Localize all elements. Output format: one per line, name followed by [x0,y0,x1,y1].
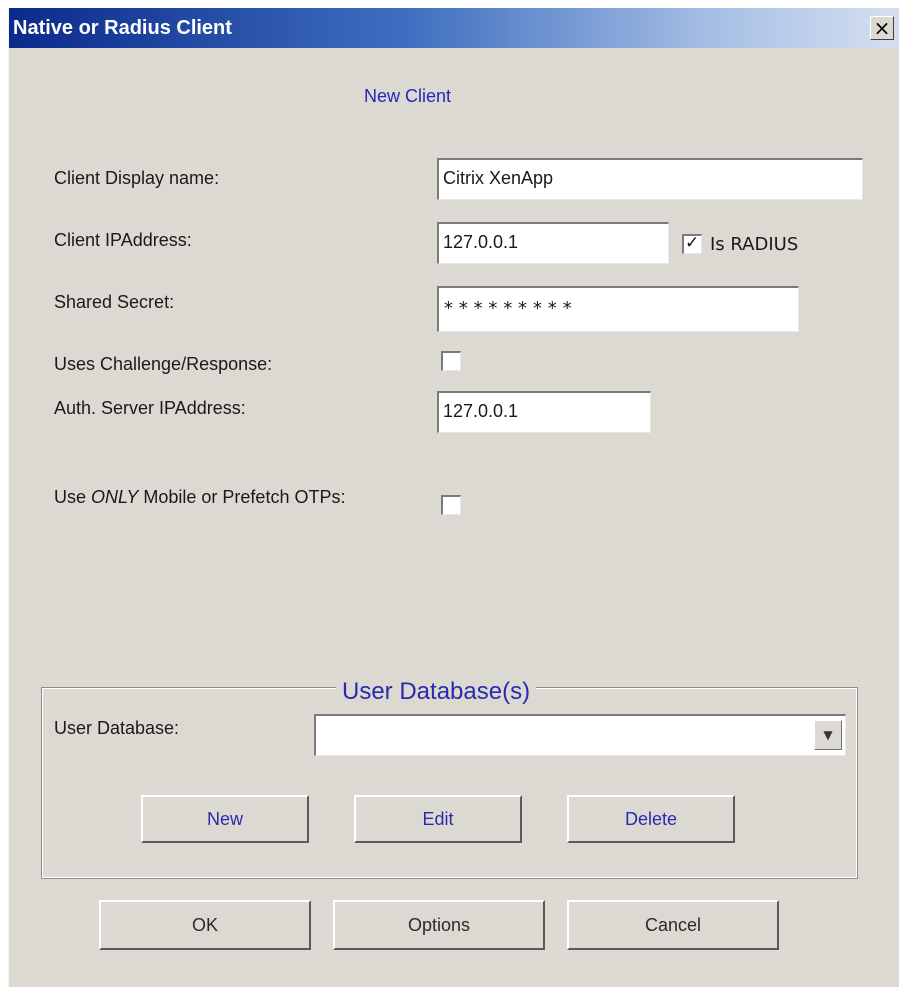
ip-address-input[interactable]: 127.0.0.1 [437,222,669,264]
challenge-response-label: Uses Challenge/Response: [54,354,273,374]
cancel-button[interactable]: Cancel [567,900,779,950]
delete-database-button[interactable]: Delete [567,795,735,843]
auth-server-ip-label: Auth. Server IPAddress: [54,398,246,418]
display-name-input[interactable]: Citrix XenApp [437,158,863,200]
shared-secret-label: Shared Secret: [54,292,175,312]
user-database-label: User Database: [54,718,180,738]
ip-address-label: Client IPAddress: [54,230,192,250]
challenge-response-checkbox[interactable] [441,351,461,371]
chevron-down-icon: ▼ [823,728,833,742]
options-button[interactable]: Options [333,900,545,950]
only-mobile-prefix: Use [54,487,92,507]
only-mobile-checkbox[interactable] [441,495,461,515]
user-database-group-title: User Database(s) [336,678,537,706]
title-bar[interactable]: Native or Radius Client × [9,8,899,48]
edit-database-button[interactable]: Edit [354,795,522,843]
display-name-label: Client Display name: [54,168,220,188]
new-database-button[interactable]: New [141,795,309,843]
only-mobile-suffix: Mobile or Prefetch OTPs: [138,487,346,507]
ok-button[interactable]: OK [99,900,311,950]
close-icon: × [873,16,891,40]
window-title: Native or Radius Client [13,17,232,39]
form-heading: New Client [364,86,452,106]
dropdown-arrow-button[interactable]: ▼ [814,720,842,750]
user-database-select[interactable]: ▼ [314,714,846,756]
auth-server-ip-input[interactable]: 127.0.0.1 [437,391,651,433]
is-radius-checkbox[interactable]: ✓ [682,233,702,254]
close-button[interactable]: × [870,16,894,40]
dialog-window: Native or Radius Client × New Client Cli… [8,8,899,987]
only-emphasis: ONLY [91,487,139,507]
shared-secret-input[interactable]: ********* [437,286,799,332]
checkmark-icon: ✓ [685,233,700,253]
only-mobile-label: Use ONLY Mobile or Prefetch OTPs: [54,487,345,508]
is-radius-label: Is RADIUS [710,234,799,255]
